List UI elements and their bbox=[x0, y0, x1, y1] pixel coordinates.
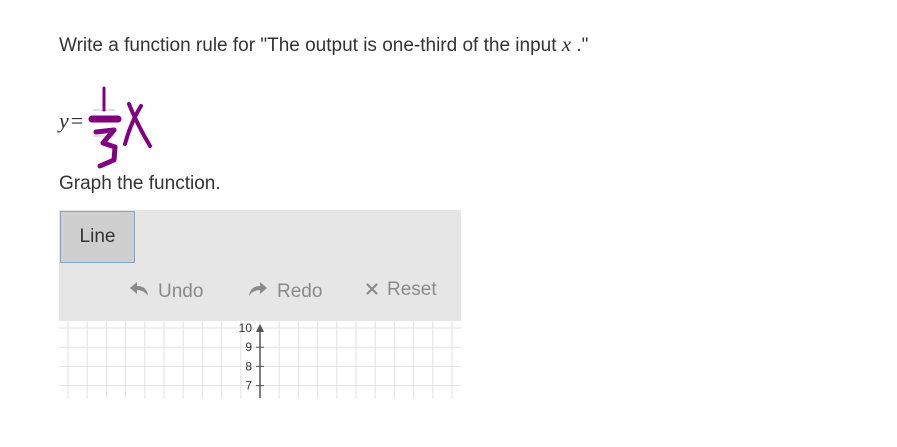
y-axis bbox=[256, 324, 264, 398]
undo-arrow-icon bbox=[129, 281, 149, 303]
question-variable: x bbox=[561, 32, 572, 56]
redo-label: Redo bbox=[277, 281, 323, 302]
reset-button[interactable]: Reset bbox=[366, 279, 437, 301]
undo-button[interactable]: Undo bbox=[129, 281, 203, 303]
question-prefix: Write a function rule for "The output is… bbox=[59, 35, 562, 56]
graph-grid[interactable]: 10 9 8 7 bbox=[59, 321, 461, 398]
redo-arrow-icon bbox=[248, 281, 268, 303]
answer-input-area[interactable]: y= bbox=[59, 86, 179, 172]
redo-button[interactable]: Redo bbox=[248, 281, 322, 303]
y-axis-tick-label: 9 bbox=[245, 340, 252, 354]
instruction-text: Graph the function. bbox=[59, 173, 221, 194]
question-suffix: ." bbox=[571, 35, 589, 56]
y-axis-tick-label: 7 bbox=[245, 379, 252, 393]
answer-variable: y bbox=[59, 108, 69, 133]
undo-label: Undo bbox=[158, 281, 204, 302]
graph-canvas[interactable]: 10 9 8 7 bbox=[59, 321, 461, 398]
answer-equals: = bbox=[70, 108, 84, 133]
y-axis-tick-label: 10 bbox=[239, 321, 253, 335]
question-text: Write a function rule for "The output is… bbox=[59, 32, 588, 58]
graph-action-bar: Undo Redo Reset bbox=[59, 264, 461, 320]
page: Write a function rule for "The output is… bbox=[0, 0, 897, 447]
reset-label: Reset bbox=[387, 279, 437, 300]
line-tool-button[interactable]: Line bbox=[60, 211, 135, 263]
y-axis-tick-label: 8 bbox=[245, 359, 252, 373]
answer-prefix: y= bbox=[59, 108, 83, 134]
handwritten-answer bbox=[88, 86, 152, 169]
graph-widget: Line Undo Redo Reset 10 9 8 7 bbox=[59, 210, 461, 398]
close-x-icon bbox=[366, 279, 378, 301]
